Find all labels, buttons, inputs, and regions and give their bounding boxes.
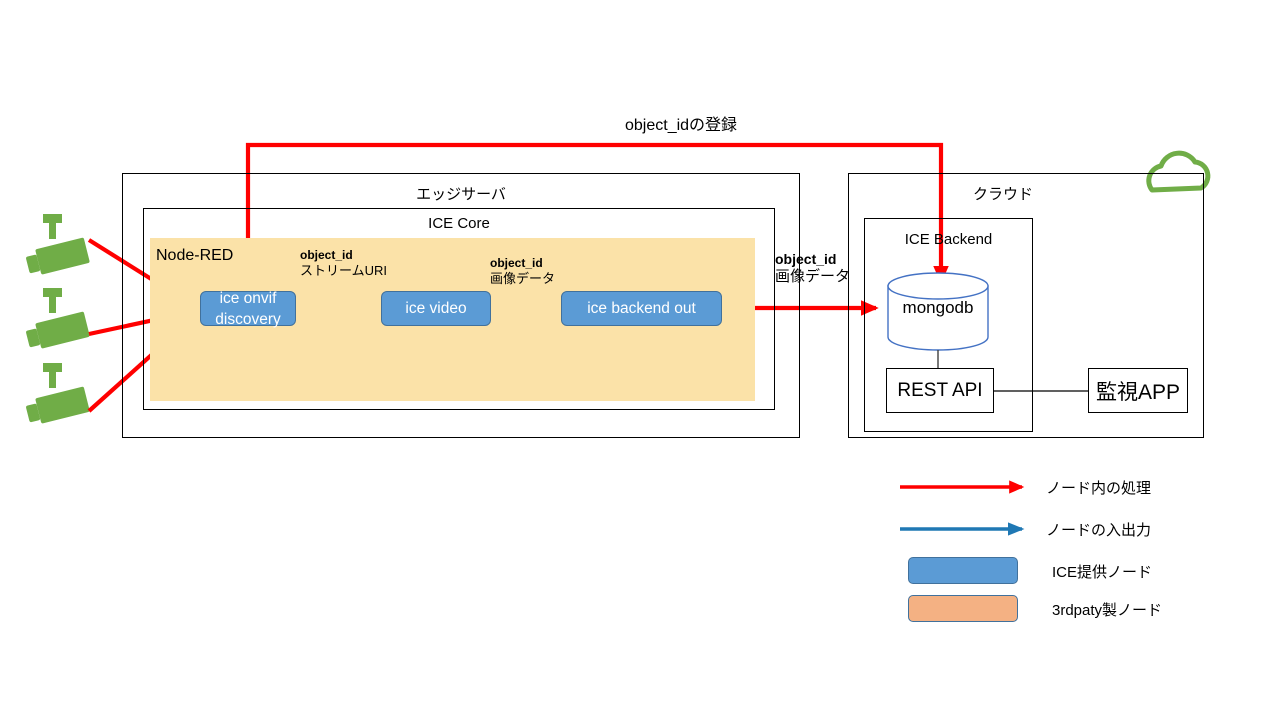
- monitor-app-label: 監視APP: [1095, 380, 1181, 404]
- legend-swatch-3rdparty-node: [908, 595, 1018, 622]
- node-ice-onvif-discovery-line1: ice onvif: [219, 290, 277, 307]
- flow-label-image-line1: object_id: [490, 256, 543, 270]
- node-ice-video[interactable]: ice video: [381, 291, 491, 326]
- flow-label-image-line2: 画像データ: [490, 271, 556, 286]
- flow-label-stream: object_id ストリームURI: [300, 248, 387, 278]
- ice-core-label: ICE Core: [428, 215, 490, 232]
- monitor-app-box[interactable]: 監視APP: [1088, 368, 1188, 413]
- cloud-label: クラウド: [972, 186, 1033, 203]
- legend-swatch-ice-node: [908, 557, 1018, 584]
- object-id-registration-label: object_idの登録: [625, 117, 738, 134]
- node-ice-backend-out-label: ice backend out: [587, 300, 696, 317]
- node-ice-onvif-discovery[interactable]: ice onvif discovery: [200, 290, 296, 328]
- node-ice-backend-out[interactable]: ice backend out: [561, 291, 722, 326]
- legend-label-3rdparty-node: 3rdpaty製ノード: [1052, 602, 1163, 619]
- flow-label-stream-line1: object_id: [300, 248, 353, 262]
- rest-api-box[interactable]: REST API: [886, 368, 994, 413]
- flow-label-image: object_id 画像データ: [490, 256, 555, 286]
- flow-label-image-out-line1: object_id: [775, 251, 837, 267]
- flow-label-image-out-line2: 画像データ: [775, 268, 851, 285]
- diagram-canvas: エッジサーバ ICE Core Node-RED クラウド ICE Backen…: [0, 0, 1280, 720]
- flow-label-image-out: object_id 画像データ: [775, 250, 850, 286]
- flow-label-stream-line2: ストリームURI: [300, 263, 387, 278]
- legend-label-blue-arrow: ノードの入出力: [1046, 522, 1152, 539]
- node-ice-onvif-discovery-line2: discovery: [215, 311, 281, 328]
- node-ice-video-label: ice video: [405, 300, 467, 317]
- legend-label-ice-node: ICE提供ノード: [1052, 564, 1153, 581]
- ice-backend-label: ICE Backend: [904, 231, 993, 248]
- camera-3: [26, 363, 90, 424]
- camera-1: [26, 214, 90, 275]
- node-red-label: Node-RED: [156, 247, 234, 264]
- camera-2: [26, 288, 90, 349]
- legend-label-red-arrow: ノード内の処理: [1046, 480, 1152, 497]
- edge-server-label: エッジサーバ: [416, 186, 506, 203]
- mongodb-label: mongodb: [902, 298, 974, 317]
- rest-api-label: REST API: [897, 379, 983, 401]
